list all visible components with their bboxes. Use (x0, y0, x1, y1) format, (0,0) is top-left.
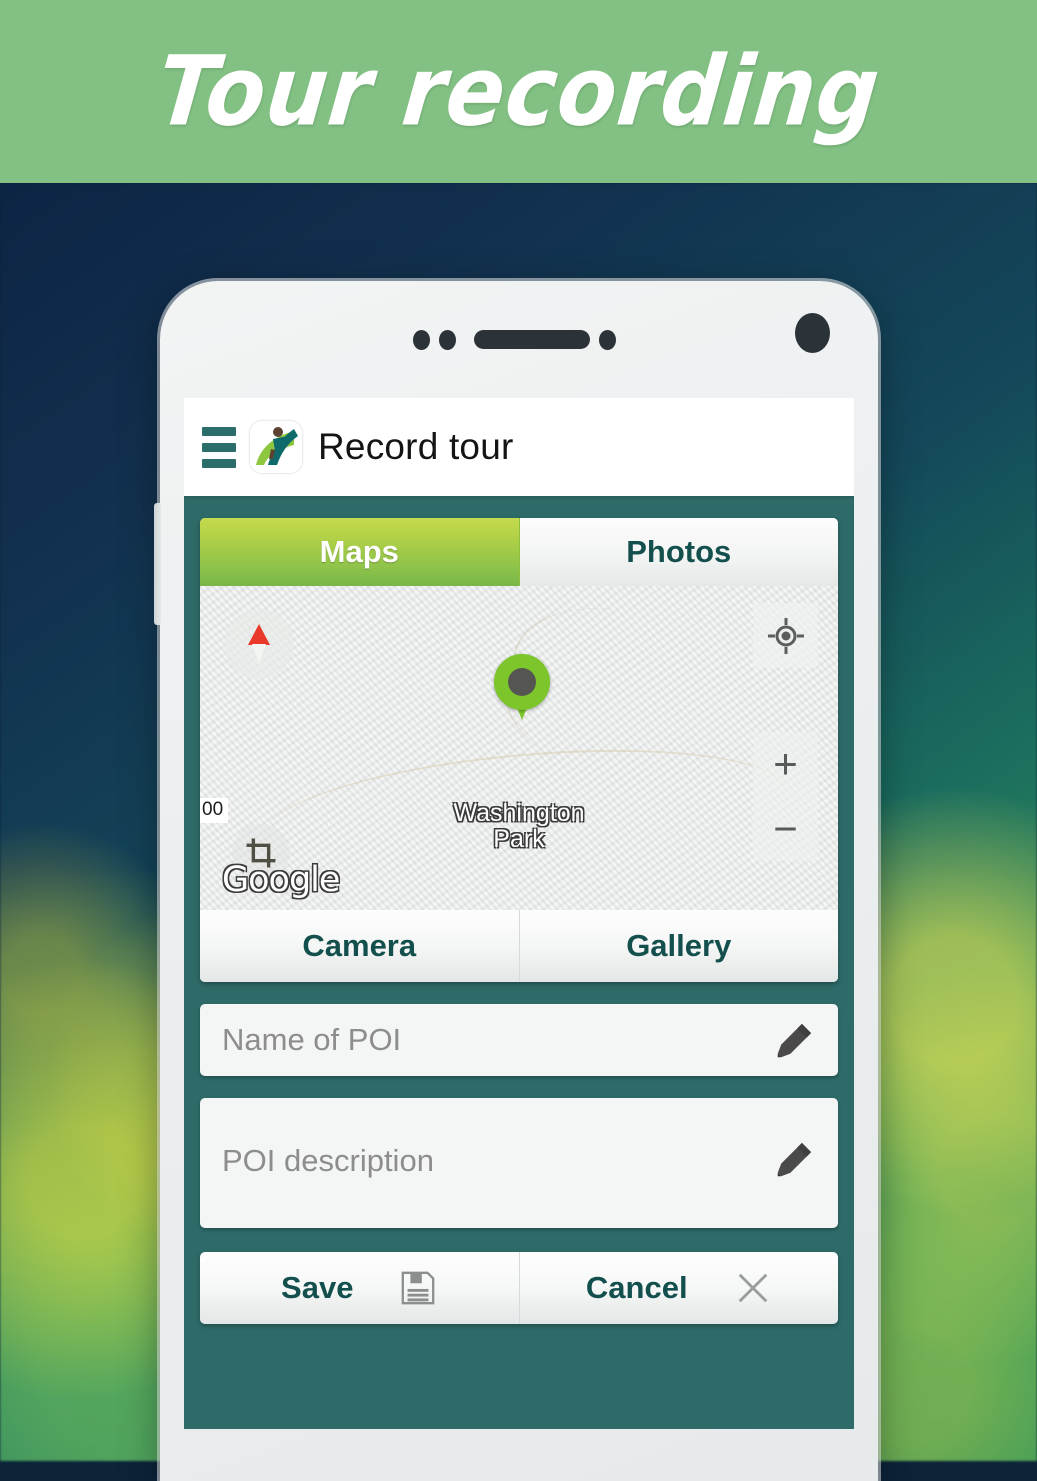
google-watermark: Google (222, 860, 340, 900)
poi-name-placeholder: Name of POI (222, 1022, 402, 1057)
cancel-button-label: Cancel (585, 1270, 688, 1305)
hamburger-menu-icon[interactable] (202, 426, 236, 468)
map-pin-marker[interactable] (494, 654, 551, 721)
my-location-icon[interactable] (753, 603, 818, 668)
media-button-row: Camera Gallery (200, 910, 838, 982)
close-x-icon (738, 1273, 767, 1303)
pencil-icon[interactable] (772, 1017, 818, 1063)
tab-maps[interactable]: Maps (200, 518, 520, 586)
compass-icon[interactable] (224, 609, 294, 679)
sensor-dot-icon (413, 329, 430, 350)
poi-name-field[interactable]: Name of POI (200, 1004, 838, 1076)
zoom-out-button[interactable]: − (753, 797, 818, 862)
cancel-button[interactable]: Cancel (518, 1252, 838, 1324)
map-zoom-control[interactable]: + − (753, 732, 818, 861)
map-view[interactable]: Washington Park + − 00 Google (200, 586, 838, 910)
save-button-label: Save (281, 1270, 354, 1305)
page-title: Record tour (318, 426, 514, 467)
tab-photos[interactable]: Photos (519, 518, 838, 586)
phone-volume-button[interactable] (154, 503, 161, 625)
map-place-label: Washington Park (453, 798, 585, 854)
gallery-button[interactable]: Gallery (518, 910, 838, 982)
zoom-in-button[interactable]: + (753, 732, 818, 797)
map-card: Maps Photos Washington Park + − 00 Googl… (200, 518, 838, 982)
camera-button[interactable]: Camera (200, 910, 519, 982)
screen-content: Maps Photos Washington Park + − 00 Googl… (184, 496, 854, 1324)
phone-bezel-top (160, 281, 878, 398)
pencil-icon[interactable] (772, 1136, 818, 1182)
phone-device: Record tour Maps Photos Washington Park … (154, 281, 878, 1481)
save-button[interactable]: Save (200, 1252, 519, 1324)
tab-bar: Maps Photos (200, 518, 838, 586)
promo-banner: Tour recording (0, 0, 1037, 183)
map-scale-bar: 00 (200, 798, 229, 823)
poi-description-placeholder: POI description (222, 1143, 434, 1178)
front-camera-icon (795, 313, 830, 353)
poi-description-field[interactable]: POI description (200, 1098, 838, 1228)
promo-banner-title: Tour recording (151, 35, 886, 148)
app-logo-hiker-icon (250, 421, 302, 473)
earpiece-speaker-icon (474, 330, 590, 349)
app-bar: Record tour (184, 398, 854, 496)
sensor-dot-icon (599, 329, 616, 350)
phone-screen: Record tour Maps Photos Washington Park … (184, 398, 854, 1429)
sensor-dot-icon (439, 329, 456, 350)
action-button-row: Save Cancel (200, 1252, 838, 1324)
floppy-disk-icon (402, 1271, 435, 1305)
